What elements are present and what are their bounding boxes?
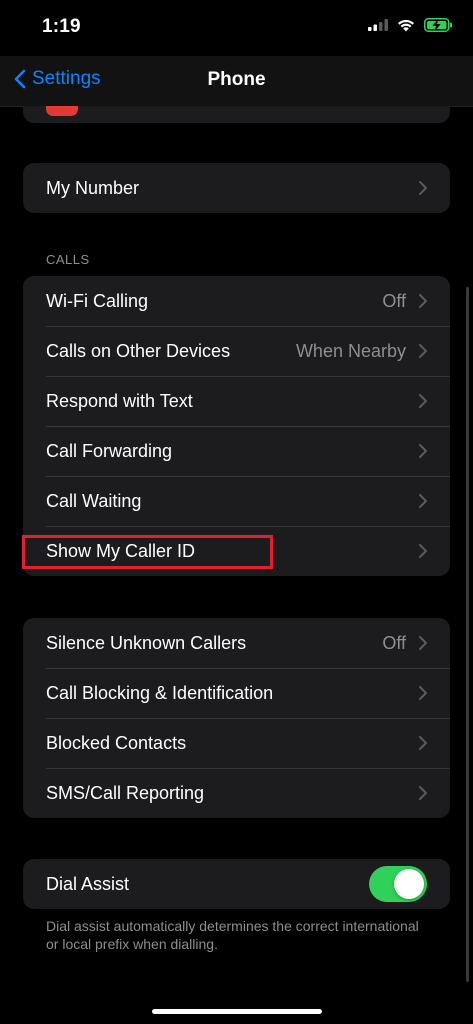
toggle-knob xyxy=(394,869,424,899)
chevron-right-icon xyxy=(419,294,427,308)
row-label: Call Blocking & Identification xyxy=(46,682,274,703)
chevron-right-icon xyxy=(419,494,427,508)
row-label: My Number xyxy=(46,177,140,198)
call-waiting-row[interactable]: Call Waiting xyxy=(23,476,450,526)
wifi-calling-row[interactable]: Wi-Fi Calling Off xyxy=(23,276,450,326)
wifi-icon xyxy=(398,19,414,31)
status-time: 1:19 xyxy=(42,16,81,37)
navigation-bar: Settings Phone xyxy=(0,56,473,107)
chevron-right-icon xyxy=(419,636,427,650)
home-indicator[interactable] xyxy=(152,1009,322,1014)
row-value: When Nearby xyxy=(295,340,406,361)
page-title: Phone xyxy=(207,69,266,90)
row-label: Wi-Fi Calling xyxy=(46,290,149,311)
status-icons xyxy=(368,18,453,32)
chevron-right-icon xyxy=(419,786,427,800)
my-number-group: My Number xyxy=(23,163,450,213)
calls-group: Wi-Fi Calling Off Calls on Other Devices… xyxy=(23,276,450,576)
calls-section-header: CALLS xyxy=(46,252,90,267)
chevron-right-icon xyxy=(419,394,427,408)
cellular-signal-icon xyxy=(368,19,388,31)
show-my-caller-id-row[interactable]: Show My Caller ID xyxy=(23,526,450,576)
call-forwarding-row[interactable]: Call Forwarding xyxy=(23,426,450,476)
row-value: Off xyxy=(382,632,406,653)
chevron-right-icon xyxy=(419,686,427,700)
app-icon-partial xyxy=(46,106,78,116)
dial-assist-row: Dial Assist xyxy=(23,859,450,909)
chevron-right-icon xyxy=(419,544,427,558)
my-number-row[interactable]: My Number xyxy=(23,163,450,213)
chevron-right-icon xyxy=(419,181,427,195)
calls-on-other-devices-row[interactable]: Calls on Other Devices When Nearby xyxy=(23,326,450,376)
row-label: Respond with Text xyxy=(46,390,193,411)
row-label: SMS/Call Reporting xyxy=(46,782,205,803)
chevron-right-icon xyxy=(419,444,427,458)
silence-unknown-callers-row[interactable]: Silence Unknown Callers Off xyxy=(23,618,450,668)
row-label: Calls on Other Devices xyxy=(46,340,231,361)
sms-call-reporting-row[interactable]: SMS/Call Reporting xyxy=(23,768,450,818)
row-label: Call Waiting xyxy=(46,490,142,511)
dial-assist-footer: Dial assist automatically determines the… xyxy=(46,918,419,952)
blocked-contacts-row[interactable]: Blocked Contacts xyxy=(23,718,450,768)
row-label: Dial Assist xyxy=(46,873,130,894)
previous-group-partial xyxy=(23,106,450,123)
scrollbar[interactable] xyxy=(466,287,469,982)
row-label: Show My Caller ID xyxy=(46,540,196,561)
dial-assist-toggle[interactable] xyxy=(369,866,427,902)
row-label: Silence Unknown Callers xyxy=(46,632,247,653)
call-blocking-group: Silence Unknown Callers Off Call Blockin… xyxy=(23,618,450,818)
battery-charging-icon xyxy=(424,18,452,32)
chevron-right-icon xyxy=(419,344,427,358)
row-value: Off xyxy=(382,290,406,311)
chevron-right-icon xyxy=(419,736,427,750)
row-label: Call Forwarding xyxy=(46,440,173,461)
call-blocking-identification-row[interactable]: Call Blocking & Identification xyxy=(23,668,450,718)
dial-assist-group: Dial Assist xyxy=(23,859,450,909)
respond-with-text-row[interactable]: Respond with Text xyxy=(23,376,450,426)
row-label: Blocked Contacts xyxy=(46,732,187,753)
status-bar: 1:19 xyxy=(0,0,473,56)
